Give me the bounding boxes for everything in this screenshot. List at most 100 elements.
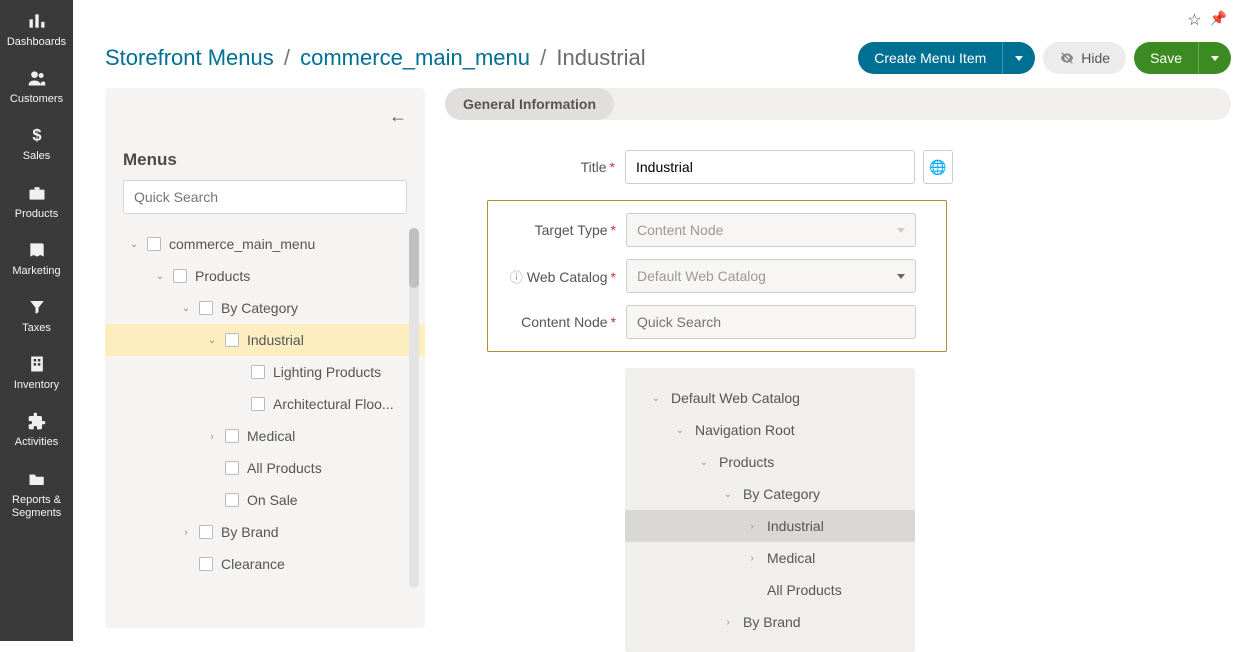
back-arrow-icon[interactable]: ← <box>389 106 407 127</box>
scrollbar-thumb[interactable] <box>409 228 419 288</box>
tree-toggle-icon[interactable]: › <box>745 553 759 564</box>
tree-label[interactable]: Clearance <box>221 556 285 572</box>
catalog-label: By Category <box>743 486 820 502</box>
breadcrumb-current: Industrial <box>556 45 645 70</box>
tree-checkbox[interactable] <box>199 525 213 539</box>
tree-checkbox[interactable] <box>225 429 239 443</box>
star-icon[interactable]: ☆ <box>1187 10 1201 30</box>
nav-activities[interactable]: Activities <box>0 400 73 457</box>
tree-toggle-icon[interactable]: ⌄ <box>153 271 167 282</box>
tree-node[interactable]: Lighting Products <box>123 356 407 388</box>
translate-button[interactable]: 🌐 <box>923 150 953 184</box>
catalog-node[interactable]: ⌄ By Category <box>625 478 915 510</box>
tree-toggle-icon[interactable]: › <box>205 431 219 442</box>
tree-node[interactable]: Clearance <box>123 548 407 580</box>
nav-customers[interactable]: Customers <box>0 57 73 114</box>
tree-checkbox[interactable] <box>225 493 239 507</box>
nav-sales[interactable]: $ Sales <box>0 114 73 171</box>
nav-inventory[interactable]: Inventory <box>0 343 73 400</box>
breadcrumb-menu[interactable]: commerce_main_menu <box>300 45 530 70</box>
tree-toggle-icon[interactable]: ⌄ <box>179 303 193 314</box>
bar-chart-icon <box>23 10 51 32</box>
catalog-label: Industrial <box>767 518 824 534</box>
tree-label[interactable]: Products <box>195 268 250 284</box>
nav-products[interactable]: Products <box>0 172 73 229</box>
people-icon <box>23 67 51 89</box>
nav-reports[interactable]: Reports & Segments <box>0 458 73 528</box>
tree-toggle-icon[interactable]: › <box>179 527 193 538</box>
tree-checkbox[interactable] <box>225 461 239 475</box>
catalog-node[interactable]: All Products <box>625 574 915 606</box>
scrollbar[interactable] <box>409 228 419 588</box>
main-area: ☆ 📌 Storefront Menus / commerce_main_men… <box>73 0 1245 641</box>
tree-toggle-icon[interactable]: › <box>721 617 735 628</box>
title-input[interactable] <box>625 150 915 184</box>
hide-button[interactable]: Hide <box>1043 42 1126 74</box>
left-nav: Dashboards Customers $ Sales Products Ma… <box>0 0 73 641</box>
tree-toggle-icon[interactable]: ⌄ <box>697 457 711 468</box>
tree-node[interactable]: ⌄ By Category <box>123 292 407 324</box>
tree-label[interactable]: commerce_main_menu <box>169 236 315 252</box>
folder-icon <box>23 468 51 490</box>
tab-general-information[interactable]: General Information <box>445 88 614 120</box>
breadcrumb-storefront[interactable]: Storefront Menus <box>105 45 274 70</box>
tree-label[interactable]: Industrial <box>247 332 304 348</box>
tree-checkbox[interactable] <box>199 557 213 571</box>
book-icon <box>23 239 51 261</box>
content-node-search[interactable] <box>626 305 916 339</box>
tree-node[interactable]: ⌄ Industrial <box>105 324 425 356</box>
target-section: Target Type* Content Node ⓘWeb Catalog* <box>487 200 947 352</box>
tree-toggle-icon[interactable]: ⌄ <box>649 393 663 404</box>
tree-checkbox[interactable] <box>147 237 161 251</box>
tree-checkbox[interactable] <box>173 269 187 283</box>
tree-label[interactable]: By Category <box>221 300 298 316</box>
tree-label[interactable]: By Brand <box>221 524 279 540</box>
catalog-label: Navigation Root <box>695 422 795 438</box>
tree-label[interactable]: All Products <box>247 460 322 476</box>
catalog-node[interactable]: ›Medical <box>625 542 915 574</box>
tab-bar: General Information <box>445 88 1231 120</box>
nav-marketing[interactable]: Marketing <box>0 229 73 286</box>
nav-taxes[interactable]: Taxes <box>0 286 73 343</box>
create-menu-item-dropdown[interactable] <box>1002 42 1035 74</box>
tree-checkbox[interactable] <box>199 301 213 315</box>
tree-toggle-icon[interactable]: ⌄ <box>673 425 687 436</box>
puzzle-icon <box>23 410 51 432</box>
tree-label[interactable]: Medical <box>247 428 295 444</box>
web-catalog-select[interactable]: Default Web Catalog <box>626 259 916 293</box>
tree-node[interactable]: ⌄ commerce_main_menu <box>123 228 407 260</box>
tree-node[interactable]: Architectural Floo... <box>123 388 407 420</box>
tree-node[interactable]: › By Brand <box>123 516 407 548</box>
tree-node[interactable]: All Products <box>123 452 407 484</box>
briefcase-icon <box>23 182 51 204</box>
tree-node[interactable]: › Medical <box>123 420 407 452</box>
tree-toggle-icon[interactable]: ⌄ <box>721 489 735 500</box>
funnel-icon <box>23 296 51 318</box>
tree-label[interactable]: Architectural Floo... <box>273 396 394 412</box>
menu-search-input[interactable] <box>123 180 407 214</box>
catalog-node[interactable]: ⌄ Default Web Catalog <box>625 382 915 414</box>
catalog-node[interactable]: ⌄ Navigation Root <box>625 414 915 446</box>
tree-node[interactable]: ⌄ Products <box>123 260 407 292</box>
catalog-node[interactable]: › Industrial <box>625 510 915 542</box>
target-type-select[interactable]: Content Node <box>626 213 916 247</box>
save-button[interactable]: Save <box>1134 42 1198 74</box>
svg-text:$: $ <box>32 127 41 145</box>
nav-dashboards[interactable]: Dashboards <box>0 0 73 57</box>
web-catalog-label: Web Catalog <box>527 269 608 285</box>
catalog-node[interactable]: ›By Brand <box>625 606 915 638</box>
create-menu-item-button[interactable]: Create Menu Item <box>858 42 1002 74</box>
tree-node[interactable]: On Sale <box>123 484 407 516</box>
save-dropdown[interactable] <box>1198 42 1231 74</box>
catalog-label: Default Web Catalog <box>671 390 800 406</box>
tree-toggle-icon[interactable]: ⌄ <box>205 335 219 346</box>
tree-checkbox[interactable] <box>251 365 265 379</box>
tree-checkbox[interactable] <box>225 333 239 347</box>
tree-toggle-icon[interactable]: ⌄ <box>127 239 141 250</box>
tree-label[interactable]: On Sale <box>247 492 298 508</box>
tree-toggle-icon[interactable]: › <box>745 521 759 532</box>
tree-label[interactable]: Lighting Products <box>273 364 381 380</box>
catalog-node[interactable]: ⌄Products <box>625 446 915 478</box>
pin-icon[interactable]: 📌 <box>1210 10 1227 30</box>
tree-checkbox[interactable] <box>251 397 265 411</box>
